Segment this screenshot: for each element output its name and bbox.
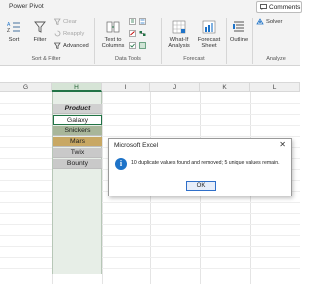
- gridline: [0, 125, 300, 126]
- dialog-title: Microsoft Excel: [109, 139, 291, 151]
- info-icon: i: [115, 158, 127, 170]
- clear-label: Clear: [63, 18, 77, 25]
- solver-button[interactable]: Solver: [256, 18, 282, 25]
- text-to-columns-icon: [106, 21, 120, 33]
- what-if-icon: [172, 20, 186, 34]
- group-label-analyze: Analyze: [266, 56, 286, 62]
- what-if-analysis-button[interactable]: What-If Analysis: [165, 20, 193, 50]
- column-header-L[interactable]: L: [250, 82, 300, 92]
- gridline: [0, 224, 300, 225]
- consolidate-icon[interactable]: [139, 18, 146, 25]
- sort-button[interactable]: A Z Sort: [4, 20, 24, 43]
- column-header-K[interactable]: K: [200, 82, 250, 92]
- advanced-label: Advanced: [63, 42, 89, 49]
- group-label-data-tools: Data Tools: [115, 56, 141, 62]
- text-to-columns-label-line2: Columns: [101, 43, 125, 49]
- gridline: [0, 213, 300, 214]
- gridline: [0, 136, 300, 137]
- gridline: [0, 246, 300, 247]
- solver-label: Solver: [266, 18, 283, 25]
- reapply-icon: [54, 30, 61, 37]
- tab-power-pivot[interactable]: Power Pivot: [9, 3, 44, 10]
- group-label-forecast: Forecast: [183, 56, 205, 62]
- ribbon: A Z Sort Filter Clear Reapply Advanced S…: [0, 14, 300, 66]
- ribbon-tab-bar: Power Pivot Comments: [0, 0, 302, 14]
- column-header-J[interactable]: J: [150, 82, 200, 92]
- data-cell[interactable]: Snickers: [53, 126, 102, 136]
- advanced-filter-button[interactable]: Advanced: [54, 42, 89, 49]
- filter-funnel-icon: [34, 21, 46, 33]
- group-separator: [226, 18, 227, 64]
- data-validation-icon[interactable]: [129, 42, 136, 49]
- gridline: [0, 103, 300, 104]
- svg-text:Z: Z: [7, 28, 10, 34]
- advanced-filter-icon: [54, 42, 61, 49]
- dialog-message: 10 duplicate values found and removed; 5…: [131, 160, 280, 166]
- flash-fill-icon[interactable]: [129, 18, 136, 25]
- data-cell[interactable]: Bounty: [53, 159, 102, 169]
- column-header-I[interactable]: I: [102, 82, 150, 92]
- data-model-icon[interactable]: [139, 42, 146, 49]
- sort-label: Sort: [8, 36, 20, 43]
- reapply-label: Reapply: [63, 30, 85, 37]
- gridline: [0, 268, 300, 269]
- gridline: [0, 257, 300, 258]
- cell-header-product[interactable]: Product: [53, 104, 102, 114]
- column-header-H[interactable]: H: [52, 82, 102, 92]
- clear-filter-icon: [54, 18, 61, 25]
- cell-active[interactable]: Galaxy: [53, 115, 102, 125]
- data-cell[interactable]: Twix: [53, 148, 102, 158]
- gridline: [0, 235, 300, 236]
- comments-button[interactable]: Comments: [256, 1, 302, 13]
- dialog-body: i 10 duplicate values found and removed;…: [109, 151, 291, 196]
- blank-strip: [0, 66, 300, 80]
- clear-filter-button[interactable]: Clear: [54, 18, 77, 25]
- what-if-label-line2: Analysis: [168, 43, 190, 49]
- data-cell[interactable]: Mars: [53, 137, 102, 147]
- group-separator: [161, 18, 162, 64]
- comment-icon: [260, 4, 267, 10]
- forecast-label-line2: Sheet: [201, 43, 217, 49]
- gridline: [0, 114, 300, 115]
- close-icon[interactable]: ✕: [279, 140, 286, 149]
- column-header-G[interactable]: G: [0, 82, 52, 92]
- group-separator: [252, 18, 253, 64]
- gridline: [0, 202, 300, 203]
- group-label-sort-filter: Sort & Filter: [31, 56, 61, 62]
- filter-button[interactable]: Filter: [30, 20, 50, 43]
- filter-label: Filter: [33, 36, 47, 43]
- outline-icon: [233, 21, 244, 32]
- outline-label: Outline: [229, 36, 249, 43]
- comments-label: Comments: [269, 3, 301, 11]
- outline-button[interactable]: Outline: [228, 20, 250, 43]
- text-to-columns-button[interactable]: Text to Columns: [100, 20, 126, 50]
- reapply-button[interactable]: Reapply: [54, 30, 84, 37]
- gridline: [102, 92, 103, 284]
- message-dialog: Microsoft Excel ✕ i 10 duplicate values …: [108, 138, 292, 196]
- sort-icon: A Z: [7, 22, 20, 34]
- forecast-sheet-button[interactable]: Forecast Sheet: [195, 20, 223, 50]
- ok-button[interactable]: OK: [186, 181, 216, 191]
- group-separator: [94, 18, 95, 64]
- remove-duplicates-icon[interactable]: [129, 30, 136, 37]
- forecast-chart-icon: [202, 20, 216, 34]
- solver-icon: [256, 18, 264, 25]
- relationships-icon[interactable]: [139, 30, 146, 37]
